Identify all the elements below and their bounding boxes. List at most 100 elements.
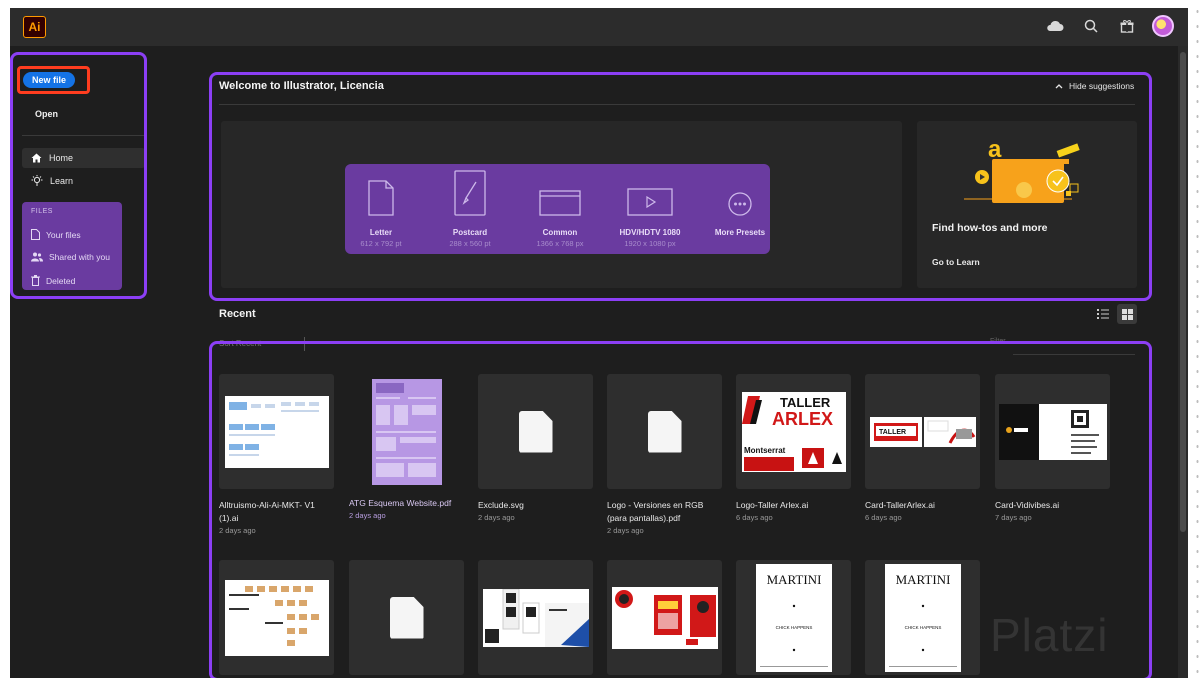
file-age: 2 days ago: [349, 511, 386, 520]
file-thumbnail: [219, 560, 334, 675]
learn-illustration: a: [964, 136, 1080, 203]
recent-file-card[interactable]: TALLER Card-TallerArlex.ai 6 days ago: [865, 374, 980, 523]
file-icon: [31, 229, 40, 240]
grid-view-icon: [1121, 308, 1133, 320]
sidebar-item-deleted[interactable]: Deleted: [31, 275, 75, 286]
sidebar-divider: [22, 135, 145, 136]
blank-document-icon: [518, 410, 553, 453]
recent-file-card[interactable]: Logo - Versiones en RGB (para pantallas)…: [607, 374, 722, 536]
sidebar: New file Open Home Learn FILES Your file…: [10, 46, 150, 678]
svg-text:a: a: [988, 136, 1002, 163]
recent-file-card[interactable]: [478, 560, 593, 675]
recent-file-card[interactable]: ATG Esquema Website.pdf 2 days ago: [340, 371, 473, 526]
recent-file-card[interactable]: [349, 560, 464, 675]
arlex-taller-text: TALLER: [780, 395, 831, 410]
illustrator-logo[interactable]: Ai: [23, 16, 46, 38]
recent-file-card[interactable]: MARTINI CHICK HAPPENS: [865, 560, 980, 675]
preset-hdtv[interactable]: HDV/HDTV 1080 1920 x 1080 px: [610, 170, 690, 254]
file-name: Exclude.svg: [478, 500, 524, 510]
scrollbar[interactable]: [1178, 46, 1188, 678]
recent-title: Recent: [219, 308, 256, 320]
sort-control[interactable]: Sort Recent: [219, 339, 261, 348]
preset-dims: 1366 x 768 px: [536, 239, 584, 248]
preset-label: Letter: [369, 228, 393, 237]
hide-suggestions-button[interactable]: Hide suggestions: [1055, 81, 1134, 91]
filter-label: Filter: [990, 338, 1006, 345]
recent-file-card[interactable]: Alltruismo-Ali-Ai-MKT- V1 (1).ai 2 days …: [219, 374, 334, 536]
sidebar-item-learn[interactable]: Learn: [22, 171, 145, 191]
file-name: Alltruismo-Ali-Ai-MKT- V1 (1).ai: [219, 500, 315, 523]
file-thumbnail: TALLER: [865, 374, 980, 489]
preset-letter[interactable]: Letter 612 x 792 pt: [341, 170, 421, 254]
browser-window-icon: [539, 190, 581, 216]
file-thumbnail: [219, 374, 334, 489]
preset-dims: 288 x 560 pt: [449, 239, 491, 248]
open-button[interactable]: Open: [35, 109, 58, 119]
file-age: 2 days ago: [219, 526, 256, 535]
file-thumbnail: [478, 560, 593, 675]
more-icon: [728, 192, 752, 216]
avatar[interactable]: [1152, 15, 1174, 37]
recent-file-card[interactable]: Card-Vidivibes.ai 7 days ago: [995, 374, 1110, 523]
sidebar-item-home[interactable]: Home: [22, 148, 145, 168]
file-age: 7 days ago: [995, 513, 1032, 522]
sort-separator: [304, 337, 305, 351]
file-name: Logo - Versiones en RGB (para pantallas)…: [607, 500, 704, 523]
martini-tagline: CHICK HAPPENS: [775, 625, 812, 630]
recent-file-card[interactable]: [219, 560, 334, 675]
lightbulb-icon: [31, 175, 43, 186]
cloud-icon[interactable]: [1044, 15, 1066, 37]
trash-icon: [31, 275, 40, 286]
sidebar-item-label: Shared with you: [49, 252, 110, 262]
blank-document-icon: [389, 596, 424, 639]
preset-label: More Presets: [714, 228, 766, 237]
sidebar-item-label: Home: [49, 153, 74, 163]
file-thumbnail: [995, 374, 1110, 489]
go-to-learn-link[interactable]: Go to Learn: [932, 257, 980, 267]
sidebar-item-shared[interactable]: Shared with you: [31, 252, 110, 262]
chevron-up-icon: [1055, 84, 1063, 89]
filter-input[interactable]: [1013, 354, 1135, 355]
file-thumbnail: MARTINI CHICK HAPPENS: [865, 560, 980, 675]
preset-common[interactable]: Common 1366 x 768 px: [520, 170, 600, 254]
file-name: Card-Vidivibes.ai: [995, 500, 1060, 510]
file-age: 6 days ago: [736, 513, 773, 522]
preset-label: Postcard: [452, 228, 488, 237]
welcome-divider: [219, 104, 1135, 105]
file-thumbnail: [607, 374, 722, 489]
file-thumbnail: [607, 560, 722, 675]
martini-title: MARTINI: [895, 572, 950, 587]
file-thumbnail: [478, 374, 593, 489]
sidebar-item-your-files[interactable]: Your files: [31, 229, 81, 240]
brush-icon: [454, 170, 486, 216]
platzi-watermark: Platzi: [990, 609, 1109, 661]
grid-view-button[interactable]: [1117, 304, 1137, 324]
search-icon[interactable]: [1080, 15, 1102, 37]
files-heading: FILES: [31, 208, 53, 215]
sidebar-item-label: Your files: [46, 229, 81, 240]
recent-file-card[interactable]: TALLER ARLEX Montserrat Logo-Taller Arle…: [736, 374, 851, 523]
scrollbar-thumb[interactable]: [1180, 52, 1186, 532]
recent-file-card[interactable]: MARTINI CHICK HAPPENS: [736, 560, 851, 675]
hide-suggestions-label: Hide suggestions: [1069, 81, 1135, 91]
file-thumbnail: MARTINI CHICK HAPPENS: [736, 560, 851, 675]
preset-more[interactable]: More Presets: [700, 170, 780, 254]
file-thumbnail: [349, 374, 464, 489]
logo-text: Ai: [28, 20, 41, 34]
preset-dims: 1920 x 1080 px: [624, 239, 676, 248]
file-age: 2 days ago: [478, 513, 515, 522]
arlex-name-text: ARLEX: [772, 409, 833, 429]
arlex-card-text: TALLER: [879, 429, 906, 436]
list-view-button[interactable]: [1093, 304, 1113, 324]
recent-file-card[interactable]: Exclude.svg 2 days ago: [478, 374, 593, 523]
gift-icon[interactable]: [1116, 15, 1138, 37]
new-file-highlight: [17, 66, 90, 94]
preset-postcard[interactable]: Postcard 288 x 560 pt: [430, 170, 510, 254]
montserrat-text: Montserrat: [744, 446, 786, 455]
file-name: ATG Esquema Website.pdf: [349, 498, 452, 508]
recent-file-card[interactable]: [607, 560, 722, 675]
preset-dims: 612 x 792 pt: [360, 239, 402, 248]
list-view-icon: [1097, 309, 1109, 319]
people-icon: [31, 252, 43, 262]
martini-title: MARTINI: [766, 572, 821, 587]
